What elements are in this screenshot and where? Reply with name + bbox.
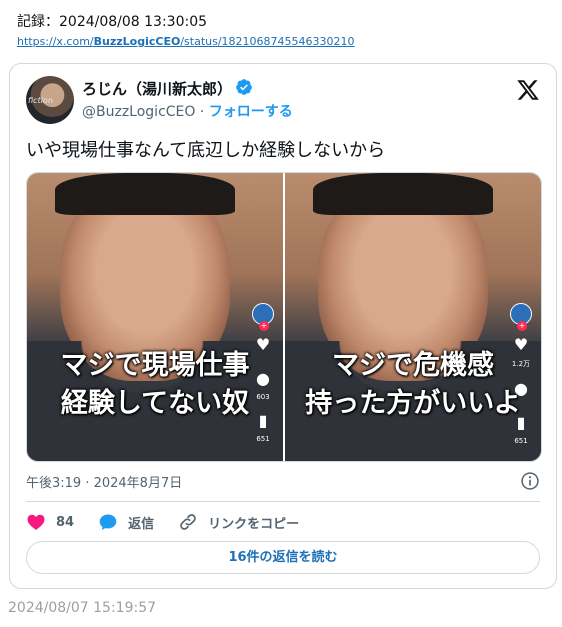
url-suffix: /status/1821068745546330210 (180, 35, 355, 48)
footer-date: 2024/08/07 15:19:57 (8, 600, 157, 616)
heart-icon (27, 514, 45, 530)
follow-plus-icon: + (517, 321, 527, 331)
record-timestamp: 記録：2024/08/08 13:30:05 (17, 14, 208, 30)
read-replies-button[interactable]: 16件の返信を読む (26, 541, 540, 574)
avatar-text: fiction (28, 96, 53, 105)
reply-button[interactable]: 返信 (98, 512, 154, 532)
creator-avatar-icon: + (510, 303, 532, 331)
video-caption-line2: 持った方がいいよ (305, 388, 521, 419)
video-caption-line1: マジで現場仕事 (60, 350, 250, 381)
bookmark-count: 651 (514, 437, 528, 445)
media-frame-2[interactable]: + ♥ 1.2万 ● ▮ 651 マジで危機感 持った方がいいよ (285, 173, 541, 461)
video-caption-line2: 経験してない奴 (60, 388, 250, 419)
url-user: BuzzLogicCEO (93, 35, 181, 48)
reply-bubble-icon (99, 514, 117, 530)
separator: · (195, 104, 209, 120)
avatar[interactable]: fiction (26, 76, 74, 124)
tweet-timestamp[interactable]: 午後3:19 · 2024年8月7日 (26, 472, 182, 491)
verified-badge-icon (236, 79, 252, 95)
like-button[interactable]: 84 (26, 512, 74, 532)
info-icon[interactable] (520, 471, 540, 491)
creator-avatar-icon: + (252, 303, 274, 331)
tweet-text: いや現場仕事なんて底辺しか経験しないから (26, 140, 386, 161)
tweet-media[interactable]: + ♥ ● 603 ▮ 651 マジで現場仕事 経験してない奴 + ♥ 1.2万… (26, 172, 542, 462)
media-frame-1[interactable]: + ♥ ● 603 ▮ 651 マジで現場仕事 経験してない奴 (27, 173, 283, 461)
copy-link-label: リンクをコピー (208, 516, 300, 532)
video-caption-line1: マジで危機感 (332, 350, 494, 381)
action-bar: 84 返信 リンクをコピー (26, 511, 323, 533)
follow-plus-icon: + (259, 321, 269, 331)
tweet-url-link[interactable]: https://x.com/BuzzLogicCEO/status/182106… (17, 35, 355, 48)
link-icon (180, 514, 196, 530)
tweet-card: fiction ろじん（湯川新太郎） @BuzzLogicCEO · フォローす… (9, 63, 557, 589)
display-name[interactable]: ろじん（湯川新太郎） (82, 78, 232, 99)
copy-link-button[interactable]: リンクをコピー (178, 512, 299, 532)
handle-row: @BuzzLogicCEO · フォローする (82, 101, 293, 121)
bookmark-count: 651 (256, 435, 270, 443)
url-prefix: https://x.com/ (17, 35, 94, 48)
like-count: 84 (56, 514, 75, 530)
person-hair (313, 173, 493, 215)
divider (26, 501, 540, 502)
follow-button[interactable]: フォローする (209, 104, 293, 120)
x-logo-icon[interactable] (516, 78, 540, 102)
person-hair (55, 173, 235, 215)
handle[interactable]: @BuzzLogicCEO (82, 104, 195, 120)
reply-label: 返信 (128, 516, 155, 532)
